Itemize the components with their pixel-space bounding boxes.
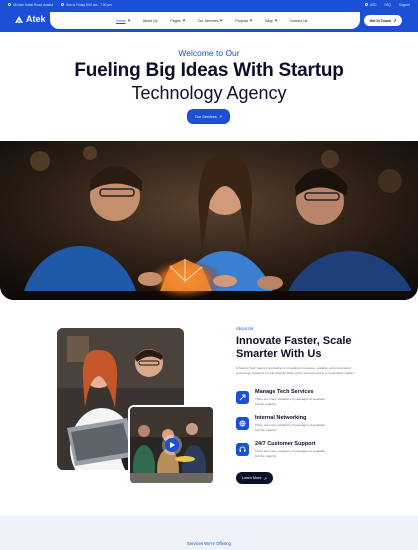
- main-nav: Home About Us Pages Our Services Project…: [50, 12, 360, 29]
- feature-description: There are many variations of passages of…: [255, 397, 325, 406]
- nav-about[interactable]: About Us: [143, 19, 158, 23]
- play-icon: [170, 442, 175, 448]
- location-icon: [8, 3, 11, 7]
- team-photo-illustration: [0, 141, 418, 300]
- services-label: Services We're Offering: [187, 541, 231, 546]
- feature-title: Internal Networking: [255, 415, 307, 421]
- hero-team-photo: [0, 141, 418, 300]
- arrow-up-right-icon: ↗: [218, 114, 223, 119]
- feature-description: There are many variations of passages of…: [255, 449, 325, 458]
- hero-title: Fueling Big Ideas With Startup: [74, 60, 344, 81]
- faq-link[interactable]: FAQ: [384, 3, 390, 7]
- nav-blog[interactable]: Blog: [265, 18, 277, 23]
- hero-subtitle: Welcome to Our: [178, 48, 240, 58]
- chevron-down-icon: [249, 18, 253, 22]
- chevron-down-icon: [274, 18, 277, 22]
- clock-icon: [61, 3, 65, 7]
- top-info-bar: 65 New Dubai Road, Austria Sun to Friday…: [0, 0, 418, 9]
- address-info: 65 New Dubai Road, Austria: [8, 3, 53, 7]
- nav-contact[interactable]: Contact Us: [290, 19, 308, 23]
- arrow-up-right-icon: ↗: [263, 475, 267, 481]
- support-link[interactable]: Support: [399, 3, 410, 7]
- networking-icon: [236, 417, 249, 430]
- get-in-touch-button[interactable]: Get In Touch ↗: [364, 15, 402, 26]
- feature-description: There are many variations of passages of…: [255, 423, 325, 432]
- about-title: Innovate Faster, Scale Smarter With Us: [236, 335, 352, 360]
- feature-item: 24/7 Customer Support There are many var…: [236, 441, 366, 461]
- our-services-button[interactable]: Our Services ↗: [187, 109, 230, 124]
- arrow-up-right-icon: ↗: [393, 18, 397, 23]
- chevron-down-icon: [219, 18, 223, 22]
- chevron-down-icon: [182, 18, 186, 22]
- play-video-button[interactable]: [165, 438, 179, 452]
- chevron-down-icon: [127, 18, 131, 22]
- learn-more-button[interactable]: Learn More ↗: [236, 472, 273, 484]
- logo[interactable]: Atek: [14, 14, 46, 24]
- logo-icon: [15, 15, 23, 23]
- nav-home[interactable]: Home: [116, 18, 131, 23]
- feature-item: Internal Networking There are many varia…: [236, 415, 366, 435]
- globe-icon: [364, 3, 368, 7]
- headset-icon: [236, 443, 249, 456]
- nav-pages[interactable]: Pages: [170, 18, 186, 23]
- tech-services-icon: [236, 391, 249, 404]
- hero-title-line2: Technology Agency: [131, 83, 287, 103]
- feature-item: Manage Tech Services There are many vari…: [236, 389, 366, 409]
- section-label: About Us: [236, 326, 254, 331]
- nav-services[interactable]: Our Services: [198, 19, 223, 23]
- about-photo-video[interactable]: [128, 405, 215, 485]
- feature-title: 24/7 Customer Support: [255, 441, 316, 447]
- nav-projects[interactable]: Projects: [235, 18, 253, 23]
- site-header: Atek Home About Us Pages Our Services Pr…: [0, 9, 418, 32]
- currency-select[interactable]: USD: [364, 3, 376, 7]
- feature-title: Manage Tech Services: [255, 389, 314, 395]
- about-description: A Startup Tech Agency specializes in pro…: [236, 366, 355, 375]
- hours-info: Sun to Friday 8:00 am - 7:30 pm: [61, 3, 112, 7]
